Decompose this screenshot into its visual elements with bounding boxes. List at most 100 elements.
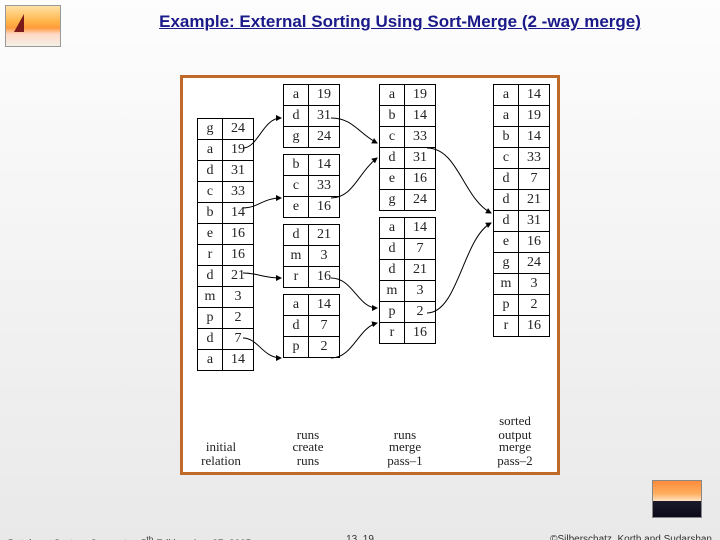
cell: 31	[223, 161, 254, 182]
table-run1a: a19d31g24	[283, 84, 340, 148]
cell: 14	[519, 85, 550, 106]
cell: 2	[519, 295, 550, 316]
cell: 19	[223, 140, 254, 161]
cell: 33	[519, 148, 550, 169]
table-run1b: b14c33e16	[283, 154, 340, 218]
cell: r	[284, 267, 309, 288]
cell: 24	[309, 127, 340, 148]
cell: 2	[405, 302, 436, 323]
cell: 31	[309, 106, 340, 127]
cell: b	[198, 203, 223, 224]
cell: 24	[405, 190, 436, 211]
table-run2a: a19b14c33d31e16g24	[379, 84, 436, 211]
cell: 7	[519, 169, 550, 190]
cell: c	[494, 148, 519, 169]
cell: m	[198, 287, 223, 308]
cell: e	[284, 197, 309, 218]
cell: 14	[223, 203, 254, 224]
cell: 19	[309, 85, 340, 106]
label-initial: initialrelation	[191, 440, 251, 468]
cell: p	[198, 308, 223, 329]
cell: 14	[309, 155, 340, 176]
cell: d	[494, 190, 519, 211]
cell: m	[284, 246, 309, 267]
label-sorted: sortedoutput	[485, 414, 545, 442]
cell: p	[380, 302, 405, 323]
cell: b	[494, 127, 519, 148]
cell: e	[380, 169, 405, 190]
cell: 16	[309, 267, 340, 288]
cell: d	[198, 266, 223, 287]
cell: 16	[519, 232, 550, 253]
table-sorted: a14a19b14c33d7d21d31e16g24m3p2r16	[493, 84, 550, 337]
cell: d	[380, 239, 405, 260]
cell: g	[380, 190, 405, 211]
label-merge2: mergepass–2	[485, 440, 545, 468]
cell: e	[494, 232, 519, 253]
cell: m	[380, 281, 405, 302]
column-sorted: a14a19b14c33d7d21d31e16g24m3p2r16	[493, 84, 550, 434]
cell: 3	[309, 246, 340, 267]
cell: d	[494, 169, 519, 190]
cell: g	[284, 127, 309, 148]
slide-title: Example: External Sorting Using Sort-Mer…	[90, 12, 710, 32]
cell: 16	[309, 197, 340, 218]
cell: p	[284, 337, 309, 358]
cell: 3	[519, 274, 550, 295]
cell: 31	[519, 211, 550, 232]
cell: 16	[223, 224, 254, 245]
cell: 31	[405, 148, 436, 169]
cell: d	[284, 106, 309, 127]
table-run2b: a14d7d21m3p2r16	[379, 217, 436, 344]
cell: 16	[405, 323, 436, 344]
cell: 14	[405, 106, 436, 127]
label-create-runs: createruns	[278, 440, 338, 468]
cell: 2	[223, 308, 254, 329]
cell: 14	[519, 127, 550, 148]
cell: a	[284, 85, 309, 106]
cell: 24	[519, 253, 550, 274]
column-initial: g24a19d31c33b14e16r16d21m3p2d7a14	[197, 118, 254, 434]
cell: g	[494, 253, 519, 274]
cell: 33	[309, 176, 340, 197]
cell: d	[380, 260, 405, 281]
cell: e	[198, 224, 223, 245]
column-runs2: a19b14c33d31e16g24 a14d7d21m3p2r16	[379, 84, 436, 434]
cell: 7	[405, 239, 436, 260]
cell: a	[494, 85, 519, 106]
cell: 21	[405, 260, 436, 281]
cell: a	[284, 295, 309, 316]
label-merge1: mergepass–1	[375, 440, 435, 468]
cell: g	[198, 119, 223, 140]
cell: r	[380, 323, 405, 344]
cell: 16	[405, 169, 436, 190]
cell: 33	[405, 127, 436, 148]
footer-copyright: ©Silberschatz, Korth and Sudarshan	[550, 534, 712, 540]
cell: c	[284, 176, 309, 197]
cell: 16	[223, 245, 254, 266]
cell: a	[198, 140, 223, 161]
cell: d	[380, 148, 405, 169]
sailboat-logo	[5, 5, 61, 47]
cell: a	[494, 106, 519, 127]
cell: c	[198, 182, 223, 203]
cell: 3	[223, 287, 254, 308]
column-runs1: a19d31g24 b14c33e16 d21m3r16 a14d7p2	[283, 84, 340, 434]
cell: 7	[223, 329, 254, 350]
table-run1d: a14d7p2	[283, 294, 340, 358]
cell: 2	[309, 337, 340, 358]
cell: a	[198, 350, 223, 371]
cell: 16	[519, 316, 550, 337]
cell: 14	[309, 295, 340, 316]
cell: r	[494, 316, 519, 337]
cell: 14	[405, 218, 436, 239]
cell: m	[494, 274, 519, 295]
sort-merge-diagram: g24a19d31c33b14e16r16d21m3p2d7a14 a19d31…	[180, 75, 560, 475]
cell: b	[380, 106, 405, 127]
cell: p	[494, 295, 519, 316]
cell: 19	[405, 85, 436, 106]
cell: d	[284, 225, 309, 246]
cell: 14	[223, 350, 254, 371]
cell: d	[198, 161, 223, 182]
cell: a	[380, 85, 405, 106]
